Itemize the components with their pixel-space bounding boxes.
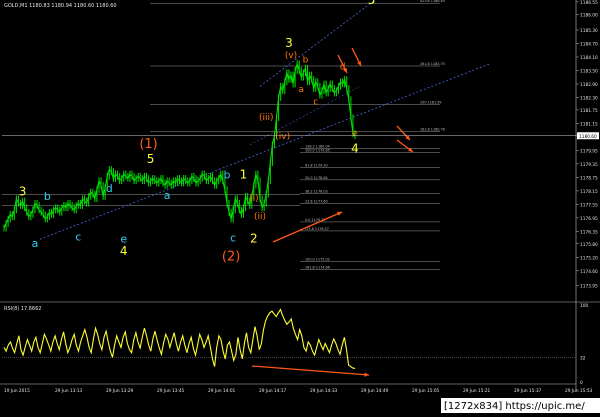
price-tick-label: 1186.00 [580, 12, 598, 18]
price-tick-label: 1177.55 [580, 202, 598, 208]
wave-label: a [164, 189, 171, 202]
wave-label: (i) [249, 194, 259, 204]
time-tick-label: 29 Jun 15:05 [412, 388, 440, 394]
time-tick-label: 29 Jun 15:53 [565, 388, 593, 394]
trading-chart-window: 423.6 1186.49 261.8 1183.70 200 1181.99 161… [0, 0, 600, 413]
wave-label: b [303, 56, 309, 66]
fib-label: 161.8 1174.66 [305, 265, 330, 269]
time-tick-label: 29 Jun 15:21 [463, 388, 491, 394]
wave-label: 4 [351, 142, 359, 156]
fib-label: 161.8 1180.78 [420, 128, 445, 132]
time-tick-label: 29 Jun 13:29 [106, 388, 134, 394]
price-tick-label: 1176.35 [580, 229, 598, 235]
time-tick-label: 29 Jun 13:13 [55, 388, 83, 394]
wave-label: (v) [285, 51, 297, 61]
time-tick-label: 29 Jun 14:49 [361, 388, 389, 394]
price-tick-label: 1181.15 [580, 121, 598, 127]
price-tick-label: 1181.75 [580, 108, 598, 114]
fib-label: 23.6 1177.60 [305, 199, 328, 203]
time-tick-label: 29 Jun 14:01 [208, 388, 236, 394]
price-tick-label: 1179.35 [580, 162, 598, 168]
wave-label: 1 [240, 168, 248, 182]
wave-label: c [313, 97, 318, 107]
watermark: [1272x834] https://upic.me/ [444, 401, 585, 412]
fib-label: 200 1181.99 [420, 100, 442, 104]
rsi-tick-label: 32 [580, 355, 586, 361]
wave-label: d [106, 182, 113, 195]
price-tick-label: 1174.60 [580, 269, 598, 275]
wave-label: 3 [285, 36, 293, 50]
wave-label: c [230, 232, 236, 245]
wave-label: b [223, 169, 230, 182]
wave-label: (ii) [254, 212, 266, 222]
current-price-label: 1180.60 [579, 134, 597, 140]
time-tick-label: 29 Jun 15:37 [514, 388, 542, 394]
wave-label: (iii) [259, 113, 274, 123]
time-tick-label: 19 Jun 2015 [4, 388, 30, 394]
wave-label: (iv) [275, 132, 290, 142]
price-tick-label: 1186.55 [580, 0, 598, 6]
wave-label: e [352, 129, 358, 139]
price-tick-label: 1182.30 [580, 96, 598, 102]
rsi-header: RSI(8) 17.6662 [4, 306, 41, 312]
price-tick-label: 1175.80 [580, 242, 598, 248]
time-tick-label: 29 Jun 14:17 [259, 388, 287, 394]
chart-canvas: 423.6 1186.49261.8 1183.70200 1181.99161… [0, 0, 600, 413]
price-tick-label: 1178.15 [580, 189, 598, 195]
price-tick-label: 1184.70 [580, 42, 598, 48]
rsi-tick-label: 100 [580, 303, 588, 309]
rsi-tick-label: 0 [580, 380, 583, 386]
wave-label: a [32, 237, 39, 250]
time-tick-label: 29 Jun 13:45 [157, 388, 185, 394]
price-tick-label: 1182.90 [580, 82, 598, 88]
symbol-header: GOLD,M1 1180.83 1180.94 1180.60 1180.60 [4, 3, 117, 9]
wave-label: (1) [139, 137, 157, 152]
fib-label: 423.6 1186.49 [420, 0, 445, 3]
wave-label: 3 [19, 184, 27, 198]
fib-label: 100.0 1179.85 [305, 149, 330, 153]
wave-label: 5 [147, 152, 155, 166]
fib-label: 261.8 1183.70 [420, 62, 445, 66]
wave-label: a [299, 85, 305, 95]
fib-label: 50.0 1178.64 [305, 176, 328, 180]
wave-label: 5 [368, 0, 376, 7]
price-tick-label: 1179.95 [580, 148, 598, 154]
price-tick-label: 1184.10 [580, 55, 598, 61]
fib-label: 61.8 1179.20 [305, 163, 328, 167]
fib-label: 100.0 1175.02 [305, 257, 330, 261]
price-tick-label: 1178.75 [580, 175, 598, 181]
fib-label: 38.2 1178.03 [305, 190, 328, 194]
wave-label: c [75, 230, 81, 243]
price-tick-label: 1183.50 [580, 69, 598, 75]
price-tick-label: 1175.20 [580, 255, 598, 261]
time-tick-label: 29 Jun 14:33 [310, 388, 338, 394]
wave-label: (2) [222, 250, 240, 265]
price-tick-label: 1173.95 [580, 283, 598, 289]
wave-label: 2 [250, 232, 258, 246]
wave-label: b [44, 190, 51, 203]
wave-label: 4 [120, 244, 128, 258]
price-tick-label: 1176.95 [580, 216, 598, 222]
fib-label: -23.6 1176.37 [305, 227, 329, 231]
price-tick-label: 1185.30 [580, 28, 598, 34]
